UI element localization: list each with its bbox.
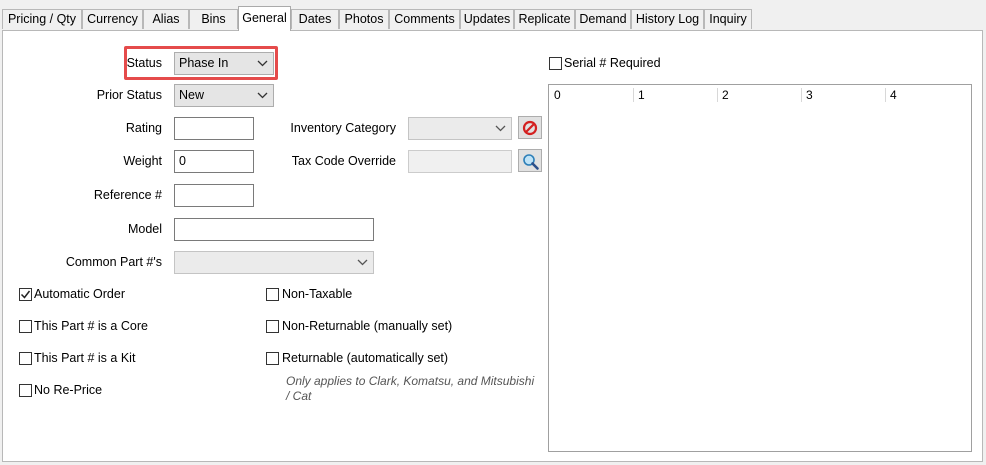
non-taxable-checkbox[interactable] bbox=[266, 288, 279, 301]
tab-inquiry[interactable]: Inquiry bbox=[704, 9, 752, 29]
rating-input[interactable] bbox=[174, 117, 254, 140]
tab-label: Alias bbox=[152, 12, 180, 26]
tab-label: Replicate bbox=[518, 12, 571, 26]
status-highlight-box bbox=[124, 46, 278, 80]
tab-label: Inquiry bbox=[709, 12, 747, 26]
reference-input[interactable] bbox=[174, 184, 254, 207]
tab-history-log[interactable]: History Log bbox=[631, 9, 704, 29]
tab-label: Comments bbox=[394, 12, 455, 26]
reference-label: Reference # bbox=[93, 188, 162, 202]
tab-general[interactable]: General bbox=[238, 6, 291, 31]
serial-number-grid[interactable]: 0 1 2 3 4 bbox=[548, 84, 972, 452]
tab-replicate[interactable]: Replicate bbox=[514, 9, 575, 29]
prior-status-select[interactable]: New bbox=[174, 84, 274, 107]
chevron-down-icon bbox=[495, 118, 506, 139]
tab-label: Pricing / Qty bbox=[7, 12, 77, 26]
returnable-label: Returnable (automatically set) bbox=[282, 351, 449, 365]
rating-label: Rating bbox=[125, 121, 162, 135]
tab-label: Bins bbox=[201, 12, 226, 26]
tab-updates[interactable]: Updates bbox=[460, 9, 514, 29]
chevron-down-icon bbox=[357, 252, 368, 273]
model-input[interactable] bbox=[174, 218, 374, 241]
returnable-note-line: / Cat bbox=[286, 389, 312, 403]
automatic-order-label: Automatic Order bbox=[34, 287, 126, 301]
grid-column-header[interactable]: 1 bbox=[633, 88, 717, 104]
tab-currency[interactable]: Currency bbox=[82, 9, 143, 29]
inventory-category-select[interactable] bbox=[408, 117, 512, 140]
tab-bins[interactable]: Bins bbox=[189, 9, 238, 29]
chevron-down-icon bbox=[257, 85, 268, 106]
serial-required-checkbox[interactable] bbox=[549, 57, 562, 70]
is-kit-label: This Part # is a Kit bbox=[34, 351, 136, 365]
grid-column-header[interactable]: 3 bbox=[801, 88, 885, 104]
tab-alias[interactable]: Alias bbox=[143, 9, 189, 29]
magnifier-icon bbox=[523, 154, 539, 170]
common-part-select[interactable] bbox=[174, 251, 374, 274]
tab-label: Demand bbox=[579, 12, 627, 26]
clear-category-button[interactable] bbox=[518, 116, 542, 139]
grid-column-header[interactable]: 0 bbox=[549, 88, 633, 104]
tab-pricing-qty[interactable]: Pricing / Qty bbox=[2, 9, 82, 29]
tab-label: Currency bbox=[87, 12, 138, 26]
returnable-note-line: Only applies to Clark, Komatsu, and Mits… bbox=[286, 374, 535, 388]
non-returnable-label: Non-Returnable (manually set) bbox=[282, 319, 453, 333]
tab-label: Dates bbox=[298, 12, 332, 26]
tab-label: General bbox=[242, 11, 287, 25]
tab-dates[interactable]: Dates bbox=[291, 9, 339, 29]
tab-bar: Pricing / Qty Currency Alias Bins Genera… bbox=[0, 0, 986, 31]
tax-code-search-button[interactable] bbox=[518, 149, 542, 172]
weight-input[interactable]: 0 bbox=[174, 150, 254, 173]
inventory-category-label: Inventory Category bbox=[290, 121, 396, 135]
tax-code-input[interactable] bbox=[408, 150, 512, 173]
tab-label: Updates bbox=[463, 12, 511, 26]
no-reprice-label: No Re-Price bbox=[34, 383, 103, 397]
is-core-label: This Part # is a Core bbox=[34, 319, 148, 333]
tab-photos[interactable]: Photos bbox=[339, 9, 389, 29]
returnable-checkbox[interactable] bbox=[266, 352, 279, 365]
prior-status-value: New bbox=[179, 88, 205, 102]
common-part-label: Common Part #'s bbox=[65, 255, 162, 269]
prior-status-label: Prior Status bbox=[96, 88, 162, 102]
is-kit-checkbox[interactable] bbox=[19, 352, 32, 365]
tax-code-label: Tax Code Override bbox=[291, 154, 396, 168]
serial-required-label: Serial # Required bbox=[564, 56, 661, 70]
tab-comments[interactable]: Comments bbox=[389, 9, 460, 29]
weight-label: Weight bbox=[123, 154, 162, 168]
model-label: Model bbox=[127, 222, 162, 236]
non-taxable-label: Non-Taxable bbox=[282, 287, 353, 301]
automatic-order-checkbox[interactable] bbox=[19, 288, 32, 301]
tab-label: History Log bbox=[635, 12, 700, 26]
returnable-note: Only applies to Clark, Komatsu, and Mits… bbox=[286, 374, 546, 404]
no-entry-icon bbox=[522, 120, 538, 136]
no-reprice-checkbox[interactable] bbox=[19, 384, 32, 397]
tab-label: Photos bbox=[344, 12, 384, 26]
is-core-checkbox[interactable] bbox=[19, 320, 32, 333]
tab-demand[interactable]: Demand bbox=[575, 9, 631, 29]
non-returnable-checkbox[interactable] bbox=[266, 320, 279, 333]
checkmark-icon bbox=[20, 290, 31, 299]
grid-column-header[interactable]: 2 bbox=[717, 88, 801, 104]
grid-column-header[interactable]: 4 bbox=[885, 88, 969, 104]
